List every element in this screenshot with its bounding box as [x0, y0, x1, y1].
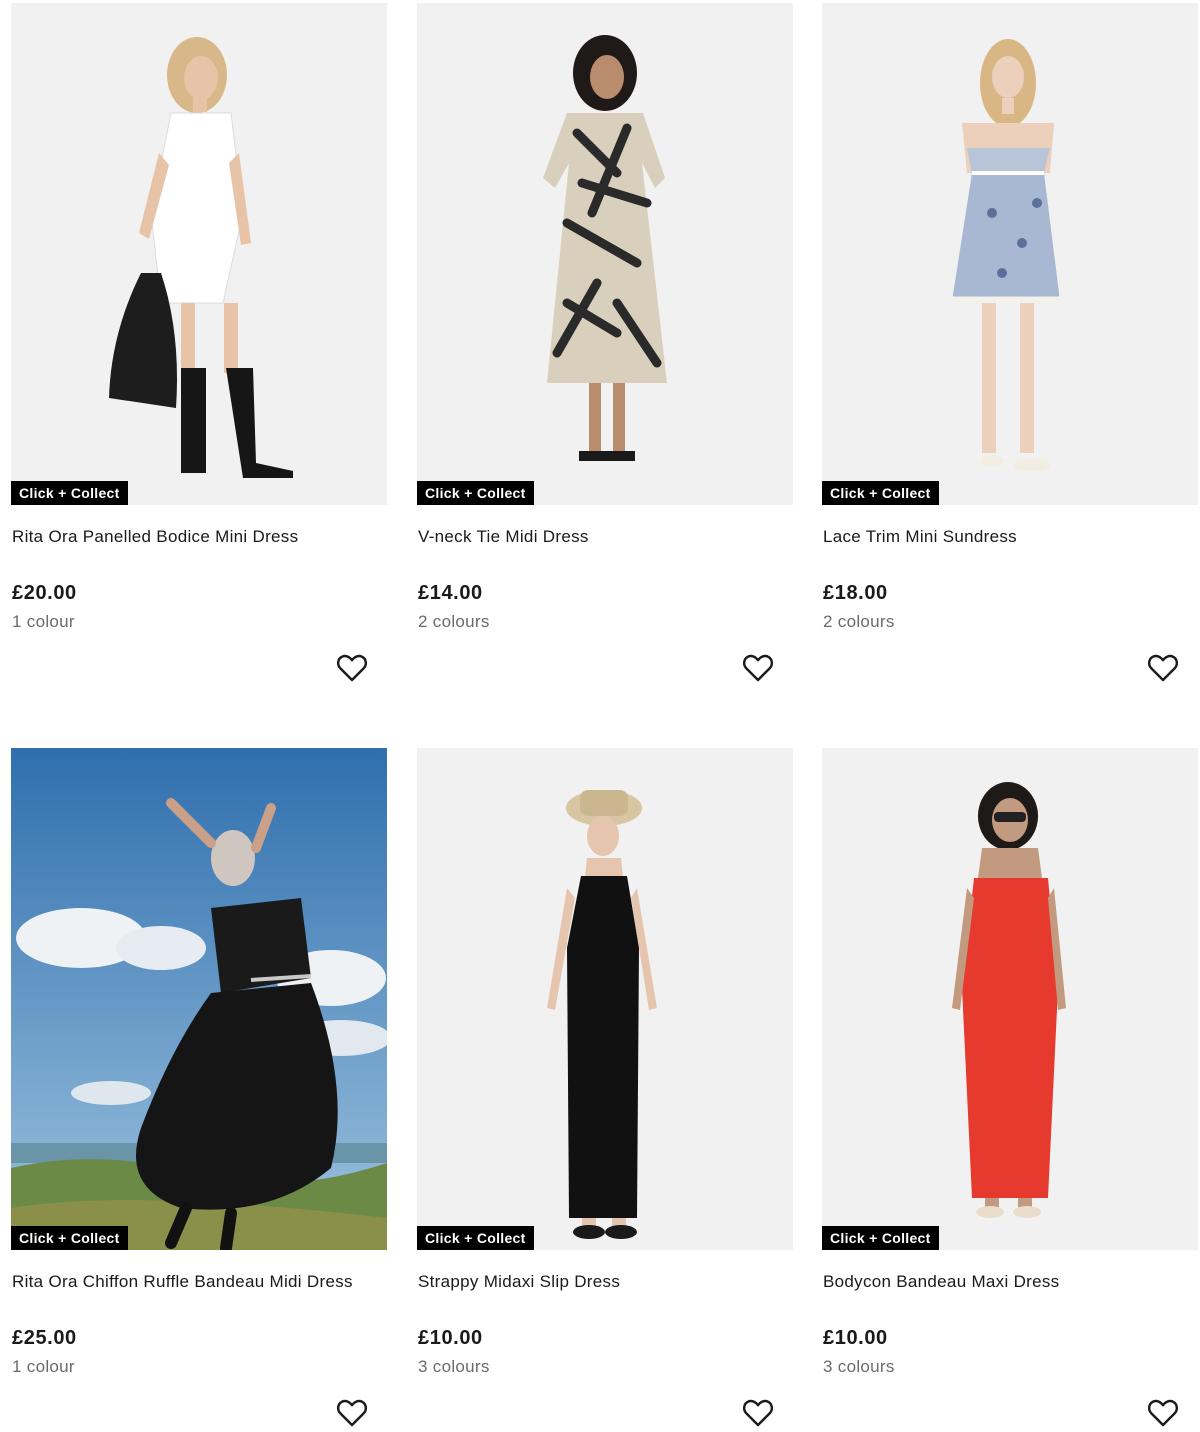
heart-outline-icon[interactable]	[742, 1398, 774, 1428]
floral-mini-sundress-photo	[822, 3, 1198, 505]
product-price: £18.00	[823, 582, 888, 604]
black-slip-dress-photo	[417, 748, 793, 1250]
product-price: £10.00	[823, 1327, 888, 1349]
heart-outline-icon[interactable]	[742, 653, 774, 683]
product-image[interactable]: Click + Collect	[822, 3, 1198, 505]
product-price: £10.00	[418, 1327, 483, 1349]
product-title[interactable]: Rita Ora Chiffon Ruffle Bandeau Midi Dre…	[12, 1272, 353, 1292]
heart-outline-icon[interactable]	[336, 653, 368, 683]
product-card[interactable]: Click + Collect Strappy Midaxi Slip Dres…	[417, 748, 793, 1432]
product-price: £14.00	[418, 582, 483, 604]
product-colour-count: 2 colours	[823, 612, 895, 631]
palm-print-midi-dress-photo	[417, 3, 793, 505]
product-image[interactable]: Click + Collect	[11, 3, 387, 505]
product-colour-count: 1 colour	[12, 1357, 75, 1376]
product-price: £20.00	[12, 582, 77, 604]
product-title[interactable]: Strappy Midaxi Slip Dress	[418, 1272, 620, 1292]
black-chiffon-dress-outdoor-photo	[11, 748, 387, 1250]
product-image[interactable]: Click + Collect	[11, 748, 387, 1250]
product-title[interactable]: Lace Trim Mini Sundress	[823, 527, 1017, 547]
click-collect-badge: Click + Collect	[417, 1226, 534, 1250]
white-mini-dress-photo	[11, 3, 387, 505]
click-collect-badge: Click + Collect	[822, 481, 939, 505]
product-image[interactable]: Click + Collect	[822, 748, 1198, 1250]
product-card[interactable]: Click + Collect Lace Trim Mini Sundress …	[822, 3, 1198, 703]
product-title[interactable]: Bodycon Bandeau Maxi Dress	[823, 1272, 1059, 1292]
product-colour-count: 3 colours	[418, 1357, 490, 1376]
heart-outline-icon[interactable]	[1147, 653, 1179, 683]
heart-outline-icon[interactable]	[336, 1398, 368, 1428]
product-card[interactable]: Click + Collect Rita Ora Chiffon Ruffle …	[11, 748, 387, 1432]
product-price: £25.00	[12, 1327, 77, 1349]
product-image[interactable]: Click + Collect	[417, 3, 793, 505]
product-colour-count: 2 colours	[418, 612, 490, 631]
product-card[interactable]: Click + Collect Bodycon Bandeau Maxi Dre…	[822, 748, 1198, 1432]
product-card[interactable]: Click + Collect Rita Ora Panelled Bodice…	[11, 3, 387, 703]
product-colour-count: 1 colour	[12, 612, 75, 631]
product-title[interactable]: V-neck Tie Midi Dress	[418, 527, 589, 547]
product-title[interactable]: Rita Ora Panelled Bodice Mini Dress	[12, 527, 298, 547]
click-collect-badge: Click + Collect	[11, 481, 128, 505]
product-colour-count: 3 colours	[823, 1357, 895, 1376]
click-collect-badge: Click + Collect	[822, 1226, 939, 1250]
red-bandeau-maxi-dress-photo	[822, 748, 1198, 1250]
click-collect-badge: Click + Collect	[11, 1226, 128, 1250]
product-image[interactable]: Click + Collect	[417, 748, 793, 1250]
product-card[interactable]: Click + Collect V-neck Tie Midi Dress £1…	[417, 3, 793, 703]
heart-outline-icon[interactable]	[1147, 1398, 1179, 1428]
product-grid: Click + Collect Rita Ora Panelled Bodice…	[0, 0, 1200, 1432]
click-collect-badge: Click + Collect	[417, 481, 534, 505]
